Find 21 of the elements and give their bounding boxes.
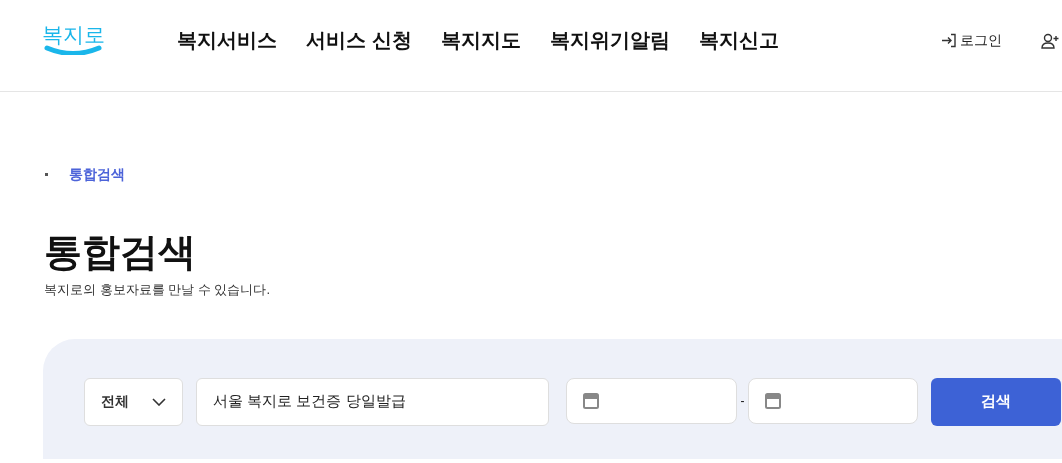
page-title: 통합검색 — [43, 230, 197, 274]
calendar-icon — [583, 392, 599, 409]
nav-link[interactable]: 서비스 신청 — [306, 24, 412, 55]
nav-link[interactable]: 복지위기알림 — [549, 24, 670, 55]
chevron-down-icon — [152, 397, 166, 406]
date-separator: - — [739, 392, 746, 410]
search-button[interactable]: 검색 — [931, 377, 1061, 426]
bullet-icon — [45, 173, 48, 176]
add-user-icon[interactable] — [1040, 32, 1060, 49]
login-icon — [941, 33, 957, 48]
search-field[interactable]: 서울 복지로 보건증 당일발급 — [196, 377, 549, 426]
breadcrumb-link[interactable]: 통합검색 — [69, 164, 125, 185]
nav-link[interactable]: 복지서비스 — [177, 24, 277, 55]
page-subtitle: 복지로의 홍보자료를 만날 수 있습니다. — [43, 281, 272, 299]
end-date-field[interactable] — [748, 377, 918, 424]
calendar-icon — [765, 392, 781, 409]
login-link[interactable]: 로그인 — [941, 30, 1002, 51]
nav-link[interactable]: 복지신고 — [698, 24, 779, 55]
nav-link[interactable]: 복지지도 — [440, 24, 521, 55]
category-select[interactable]: 전체 — [84, 377, 183, 426]
start-date-field[interactable] — [566, 377, 737, 424]
